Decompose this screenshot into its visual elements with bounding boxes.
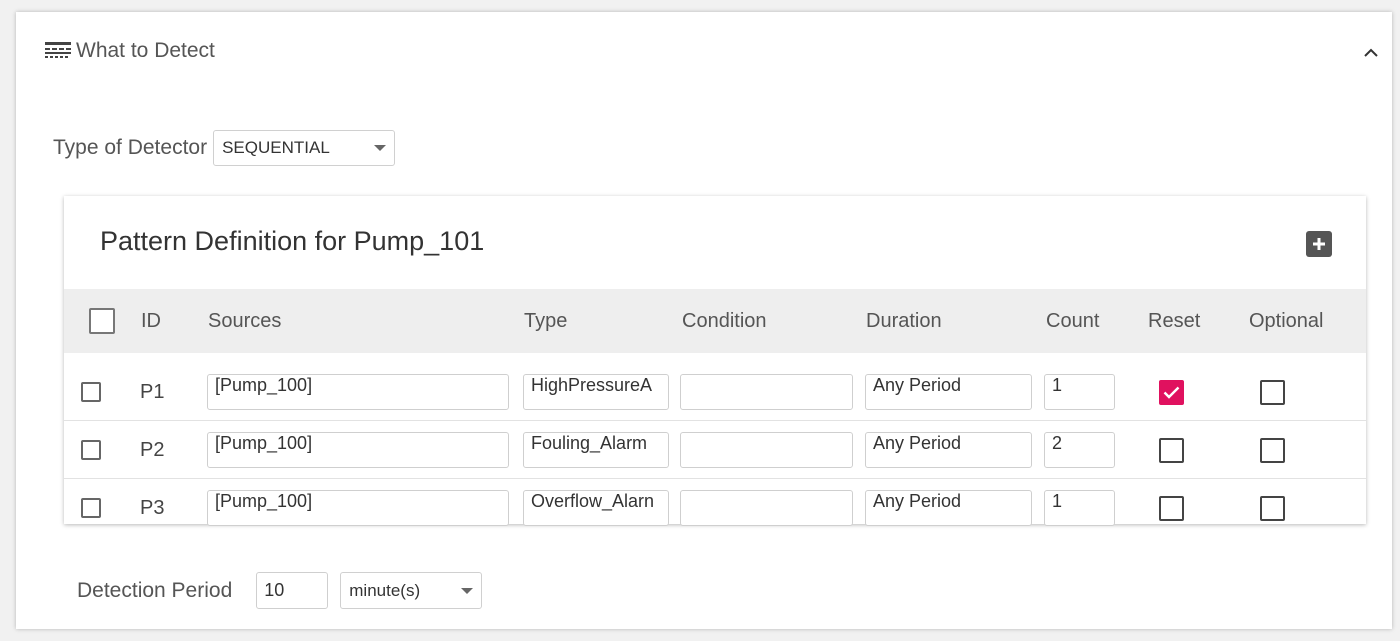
detection-period-row: Detection Period 10 minute(s) (77, 572, 483, 609)
column-header-id: ID (141, 309, 161, 332)
caret-down-icon (461, 587, 474, 594)
optional-checkbox[interactable] (1260, 379, 1285, 405)
count-input[interactable]: 1 (1044, 374, 1115, 410)
sources-input[interactable]: [Pump_100] (207, 490, 509, 526)
column-header-sources: Sources (208, 309, 282, 332)
condition-input[interactable] (680, 490, 853, 526)
condition-input[interactable] (680, 432, 853, 468)
chevron-up-icon (1364, 48, 1378, 57)
optional-checkbox[interactable] (1260, 495, 1285, 521)
row-select-checkbox[interactable] (81, 382, 101, 402)
sources-input[interactable]: [Pump_100] (207, 432, 509, 468)
type-input[interactable]: HighPressureA (523, 374, 669, 410)
pattern-definition-card: Pattern Definition for Pump_101 ID Sourc… (64, 196, 1366, 526)
reset-checkbox[interactable] (1159, 379, 1184, 405)
what-to-detect-panel: What to Detect Type of Detector SEQUENTI… (16, 12, 1392, 629)
column-header-duration: Duration (866, 309, 942, 332)
row-select-checkbox[interactable] (81, 440, 101, 460)
add-pattern-button[interactable] (1306, 231, 1332, 257)
column-header-reset: Reset (1148, 309, 1201, 332)
period-unit-value: minute(s) (349, 580, 421, 600)
section-header[interactable]: What to Detect (44, 36, 215, 66)
caret-down-icon (374, 145, 387, 151)
count-input[interactable]: 2 (1044, 432, 1115, 468)
count-input[interactable]: 1 (1044, 490, 1115, 526)
duration-input[interactable]: Any Period (865, 490, 1032, 526)
row-select-checkbox[interactable] (81, 498, 101, 518)
sources-input[interactable]: [Pump_100] (207, 374, 509, 410)
section-title: What to Detect (76, 39, 215, 62)
row-id: P1 (140, 380, 165, 403)
column-header-count: Count (1046, 309, 1100, 332)
table-grid-icon (45, 42, 71, 58)
table-row: P3 [Pump_100] Overflow_Alarn Any Period … (64, 479, 1366, 537)
detector-type-row: Type of Detector SEQUENTIAL (53, 130, 396, 166)
detector-type-value: SEQUENTIAL (222, 138, 330, 157)
row-id: P2 (140, 438, 165, 461)
reset-checkbox[interactable] (1159, 495, 1184, 521)
reset-checkbox[interactable] (1159, 437, 1184, 463)
collapse-button[interactable] (1360, 42, 1382, 64)
detector-type-label: Type of Detector (53, 136, 208, 159)
detection-period-label: Detection Period (77, 578, 233, 602)
pattern-title: Pattern Definition for Pump_101 (100, 226, 485, 256)
detector-type-select[interactable]: SEQUENTIAL (213, 130, 396, 166)
select-all-checkbox[interactable] (89, 308, 115, 334)
condition-input[interactable] (680, 374, 853, 410)
type-input[interactable]: Fouling_Alarm (523, 432, 669, 468)
check-icon (1163, 386, 1180, 399)
row-id: P3 (140, 496, 165, 519)
column-header-optional: Optional (1249, 309, 1324, 332)
period-unit-select[interactable]: minute(s) (340, 572, 483, 609)
type-input[interactable]: Overflow_Alarn (523, 490, 669, 526)
column-header-type: Type (524, 309, 568, 332)
duration-input[interactable]: Any Period (865, 432, 1032, 468)
plus-icon (1313, 238, 1325, 250)
duration-input[interactable]: Any Period (865, 374, 1032, 410)
column-header-condition: Condition (682, 309, 767, 332)
table-row: P1 [Pump_100] HighPressureA Any Period 1 (64, 363, 1366, 421)
pattern-table-header: ID Sources Type Condition Duration Count… (64, 289, 1366, 353)
optional-checkbox[interactable] (1260, 437, 1285, 463)
table-row: P2 [Pump_100] Fouling_Alarm Any Period 2 (64, 421, 1366, 479)
select-all-cell (89, 289, 115, 353)
detection-period-input[interactable]: 10 (256, 572, 329, 609)
